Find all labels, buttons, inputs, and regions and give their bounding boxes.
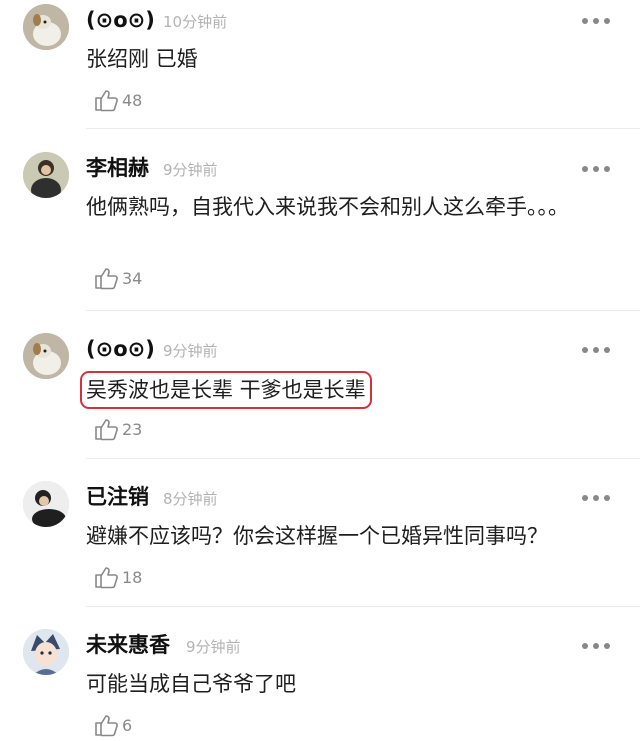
- like-count: 6: [122, 715, 133, 735]
- more-options-icon[interactable]: [582, 493, 610, 503]
- dog-avatar-icon: [23, 4, 69, 50]
- more-options-icon[interactable]: [582, 164, 610, 174]
- like-count: 23: [122, 419, 143, 439]
- like-count: 34: [122, 268, 143, 288]
- comment-time: 9分钟前: [186, 638, 241, 656]
- comment-text: 可能当成自己爷爷了吧: [86, 672, 296, 696]
- author-name[interactable]: (⊙o⊙): [86, 333, 155, 365]
- comment-text: 吴秀波也是长辈 干爹也是长辈: [80, 371, 586, 409]
- thumbs-up-icon: [95, 567, 118, 589]
- comment-text: 张绍刚 已婚: [86, 47, 198, 71]
- avatar[interactable]: [23, 481, 69, 527]
- dog-avatar-icon: [23, 333, 69, 379]
- like-button[interactable]: 23: [93, 415, 142, 443]
- comment-list: (⊙o⊙) 10分钟前 张绍刚 已婚 48 李相赫 9分钟前 他俩熟吗，自我代入…: [0, 0, 640, 741]
- divider: [86, 128, 640, 129]
- divider: [86, 310, 640, 311]
- author-name[interactable]: 李相赫: [86, 152, 149, 184]
- avatar[interactable]: [23, 152, 69, 198]
- avatar[interactable]: [23, 629, 69, 675]
- divider: [86, 606, 640, 607]
- highlighted-text: 吴秀波也是长辈 干爹也是长辈: [80, 371, 372, 409]
- author-name[interactable]: (⊙o⊙): [86, 4, 155, 36]
- like-button[interactable]: 34: [93, 264, 142, 292]
- divider: [86, 458, 640, 459]
- thumbs-up-icon: [95, 715, 118, 737]
- author-name[interactable]: 已注销: [86, 481, 149, 513]
- more-options-icon[interactable]: [582, 641, 610, 651]
- avatar[interactable]: [23, 4, 69, 50]
- like-count: 18: [122, 567, 143, 587]
- person-avatar-icon: [23, 152, 69, 198]
- thumbs-up-icon: [95, 419, 118, 441]
- comment-time: 8分钟前: [163, 490, 218, 508]
- more-options-icon[interactable]: [582, 16, 610, 26]
- comment-time: 10分钟前: [163, 13, 228, 31]
- person-avatar-icon: [23, 481, 69, 527]
- like-button[interactable]: 6: [93, 711, 132, 739]
- anime-avatar-icon: [23, 629, 69, 675]
- comment-text: 他俩熟吗，自我代入来说我不会和别人这么牵手。。。: [86, 195, 569, 219]
- comment-time: 9分钟前: [163, 161, 218, 179]
- author-name[interactable]: 未来惠香: [86, 629, 170, 661]
- comment-text: 避嫌不应该吗？你会这样握一个已婚异性同事吗？: [86, 524, 548, 548]
- thumbs-up-icon: [95, 90, 118, 112]
- avatar[interactable]: [23, 333, 69, 379]
- like-button[interactable]: 48: [93, 86, 142, 114]
- more-options-icon[interactable]: [582, 345, 610, 355]
- like-button[interactable]: 18: [93, 563, 142, 591]
- comment-time: 9分钟前: [163, 342, 218, 360]
- like-count: 48: [122, 90, 143, 110]
- thumbs-up-icon: [95, 268, 118, 290]
